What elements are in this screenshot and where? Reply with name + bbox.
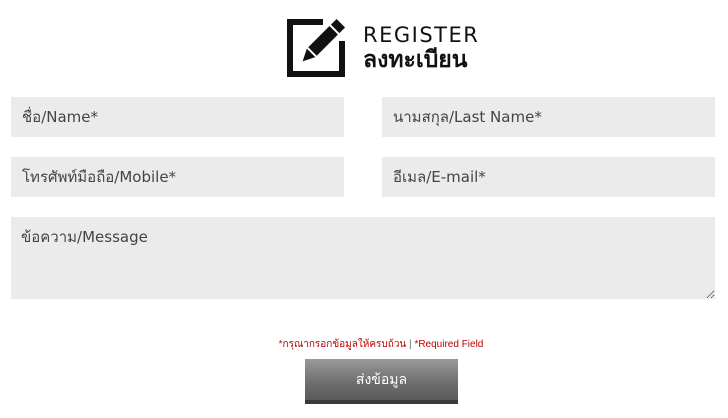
edit-pencil-icon: [287, 18, 346, 77]
submit-button[interactable]: ส่งข้อมูล: [305, 359, 458, 404]
title-block: REGISTER ลงทะเบียน: [363, 22, 480, 73]
title-thai: ลงทะเบียน: [363, 46, 468, 73]
title-english: REGISTER: [363, 22, 480, 47]
last-name-input[interactable]: [382, 97, 715, 137]
required-field-note: *กรุณากรอกข้อมูลให้ครบถ้วน | *Required F…: [0, 337, 728, 352]
email-input[interactable]: [382, 157, 715, 197]
mobile-input[interactable]: [11, 157, 344, 197]
required-note-thai: *กรุณากรอกข้อมูลให้ครบถ้วน: [278, 339, 407, 350]
message-textarea[interactable]: [11, 217, 715, 299]
required-note-english: *Required Field: [414, 339, 484, 350]
register-header: REGISTER ลงทะเบียน: [285, 17, 479, 79]
name-input[interactable]: [11, 97, 344, 137]
